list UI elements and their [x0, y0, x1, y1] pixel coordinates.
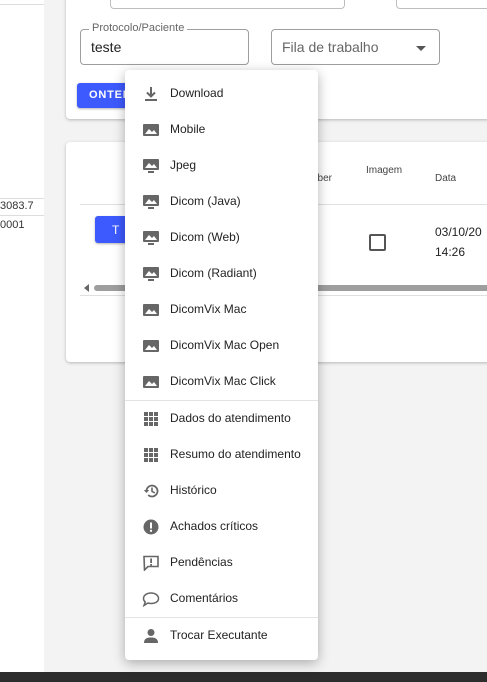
menu-item-label: DicomVix Mac Open [170, 338, 280, 352]
divider [0, 198, 44, 199]
protocol-value: teste [91, 39, 122, 55]
history-icon [143, 484, 159, 498]
divider [0, 4, 44, 5]
monitor-image-icon [143, 195, 159, 209]
menu-item-label: Histórico [170, 483, 217, 497]
row-date-line2: 14:26 [435, 245, 466, 259]
scroll-left-icon[interactable] [84, 284, 89, 292]
menu-item-label: Trocar Executante [170, 628, 268, 642]
monitor-image-icon [143, 267, 159, 281]
menu-item-resumo-atendimento[interactable]: Resumo do atendimento [125, 436, 318, 472]
image-icon [143, 304, 159, 316]
menu-item-trocar-executante[interactable]: Trocar Executante [125, 617, 318, 653]
person-icon [144, 629, 158, 643]
comment-icon [142, 592, 160, 607]
menu-item-dicom-radiant[interactable]: Dicom (Radiant) [125, 255, 318, 291]
work-queue-select[interactable]: Fila de trabalho [271, 29, 440, 65]
menu-item-dicomvix-mac-click[interactable]: DicomVix Mac Click [125, 363, 318, 399]
menu-item-dados-atendimento[interactable]: Dados do atendimento [125, 400, 318, 436]
menu-item-label: Achados críticos [170, 519, 259, 533]
download-icon [145, 87, 157, 101]
image-checkbox[interactable] [369, 234, 386, 251]
image-icon [143, 376, 159, 388]
top-input-1[interactable] [110, 0, 345, 9]
grid-icon [144, 412, 158, 426]
menu-item-dicomvix-mac-open[interactable]: DicomVix Mac Open [125, 327, 318, 363]
menu-item-jpeg[interactable]: Jpeg [125, 147, 318, 183]
menu-item-label: Jpeg [170, 158, 197, 172]
grid-icon [144, 448, 158, 462]
row-action-label: T [112, 223, 121, 237]
menu-item-label: Dados do atendimento [170, 411, 291, 425]
image-icon [143, 340, 159, 352]
row-date: 03/10/20 14:26 [435, 222, 482, 262]
divider [0, 215, 44, 216]
menu-item-label: Comentários [170, 591, 239, 605]
protocol-label: Protocolo/Paciente [89, 22, 188, 34]
menu-item-dicom-java[interactable]: Dicom (Java) [125, 183, 318, 219]
menu-item-label: Pendências [170, 555, 233, 569]
menu-item-label: DicomVix Mac [170, 302, 247, 316]
image-icon [143, 124, 159, 136]
menu-item-mobile[interactable]: Mobile [125, 111, 318, 147]
menu-item-pendencias[interactable]: Pendências [125, 544, 318, 580]
protocol-field[interactable]: Protocolo/Paciente teste [80, 22, 249, 65]
menu-item-label: Dicom (Radiant) [170, 266, 257, 280]
column-header-image: Imagem [366, 165, 403, 176]
alert-circle-icon [143, 519, 159, 535]
row-date-line1: 03/10/20 [435, 225, 482, 239]
menu-item-comentarios[interactable]: Comentários [125, 580, 318, 616]
menu-item-achados-criticos[interactable]: Achados críticos [125, 508, 318, 544]
menu-item-label: Dicom (Web) [170, 230, 240, 244]
left-panel [0, 0, 44, 672]
menu-item-label: Mobile [170, 122, 206, 136]
menu-item-label: DicomVix Mac Click [170, 374, 276, 388]
menu-item-label: Dicom (Java) [170, 194, 241, 208]
top-input-2[interactable] [396, 0, 487, 9]
work-queue-placeholder: Fila de trabalho [282, 39, 379, 55]
monitor-image-icon [143, 159, 159, 173]
column-header-date: Data [435, 173, 457, 184]
context-menu: Download Mobile Jpeg Dicom (Java) Dicom [125, 70, 318, 660]
menu-item-label: Resumo do atendimento [170, 447, 301, 461]
menu-item-dicomvix-mac[interactable]: DicomVix Mac [125, 291, 318, 327]
monitor-image-icon [143, 231, 159, 245]
feedback-icon [143, 555, 159, 571]
bottom-bar [0, 672, 487, 682]
menu-item-historico[interactable]: Histórico [125, 472, 318, 508]
chevron-down-icon [416, 46, 426, 51]
left-value-2: 0001 [0, 219, 25, 231]
menu-item-dicom-web[interactable]: Dicom (Web) [125, 219, 318, 255]
left-value-1: 3083.7 [0, 200, 34, 212]
menu-item-download[interactable]: Download [125, 75, 318, 111]
menu-item-label: Download [170, 86, 224, 100]
